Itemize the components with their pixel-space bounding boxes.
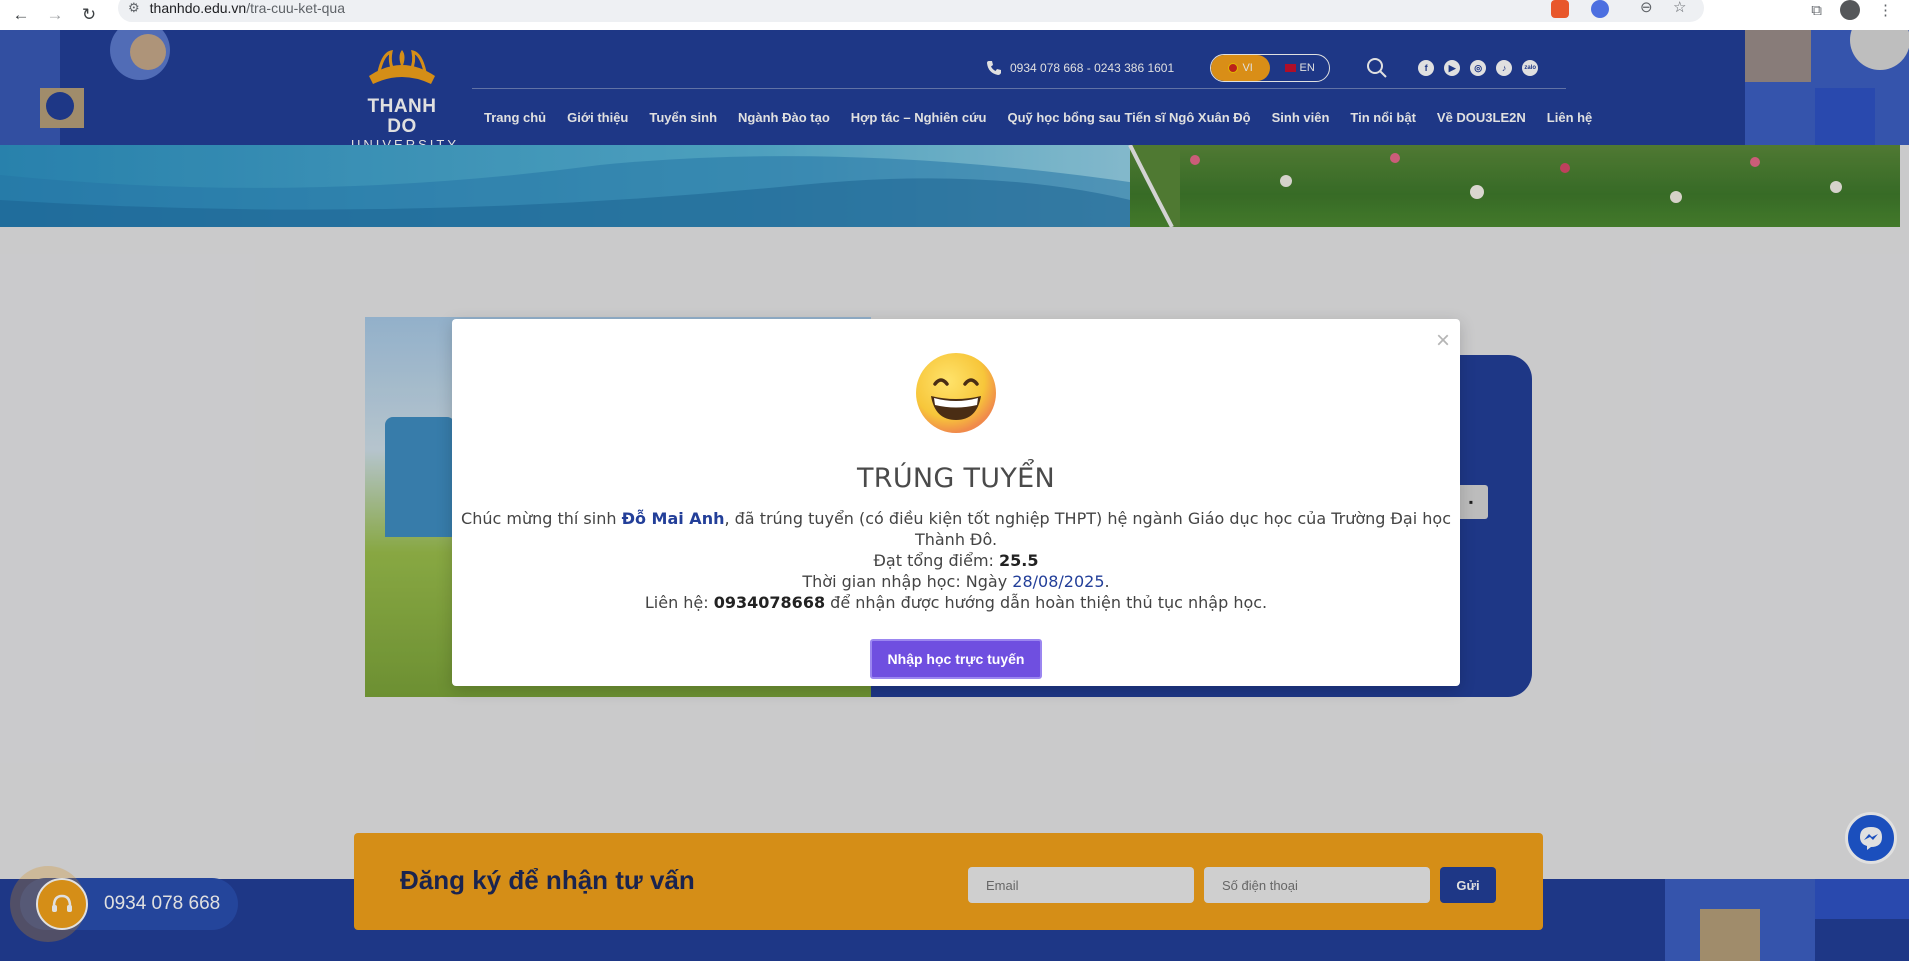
browser-toolbar: ← → ↻ ⚙ thanhdo.edu.vn/tra-cuu-ket-qua ⧉… [0,0,1909,30]
contact-line: Liên hệ: 0934078668 để nhận được hướng d… [644,593,1268,612]
online-enroll-button[interactable]: Nhập học trực tuyến [869,639,1043,679]
site-info-icon[interactable]: ⚙ [128,0,140,16]
profile-icon[interactable] [1840,0,1860,20]
congrats-line: Chúc mừng thí sinh Đỗ Mai Anh, đã trúng … [461,509,1451,549]
extension-icons [1551,0,1609,18]
url-path: /tra-cuu-ket-qua [246,0,346,16]
student-name: Đỗ Mai Anh [621,509,725,528]
enroll-date: 28/08/2025 [1012,572,1105,591]
result-modal: × TRÚNG TUYỂN Chúc mừng thí sinh Đỗ Mai … [452,319,1460,686]
menu-dots-icon[interactable]: ⋮ [1878,1,1893,19]
browser-actions: ⧉ ⋮ [1811,0,1893,20]
address-bar[interactable]: ⚙ thanhdo.edu.vn/tra-cuu-ket-qua [118,0,1704,22]
reload-icon[interactable]: ↻ [76,2,102,28]
url-host: thanhdo.edu.vn [149,0,247,16]
modal-title: TRÚNG TUYỂN [856,463,1056,494]
close-icon[interactable]: × [1436,327,1450,355]
modal-message: Chúc mừng thí sinh Đỗ Mai Anh, đã trúng … [452,508,1460,613]
zoom-icon[interactable]: ⊖ [1640,0,1653,16]
back-icon[interactable]: ← [8,2,34,28]
score-value: 25.5 [999,551,1039,570]
contact-phone: 0934078668 [713,593,826,612]
grinning-face-icon [916,353,996,433]
enroll-date-line: Thời gian nhập học: Ngày 28/08/2025. [802,572,1110,591]
bookmark-star-icon[interactable]: ☆ [1673,0,1686,16]
extension-fox-icon[interactable] [1551,0,1569,18]
score-line: Đạt tổng điểm: 25.5 [873,551,1039,570]
extension-shield-icon[interactable] [1591,0,1609,18]
forward-icon[interactable]: → [42,2,68,28]
puzzle-icon[interactable]: ⧉ [1811,2,1822,19]
